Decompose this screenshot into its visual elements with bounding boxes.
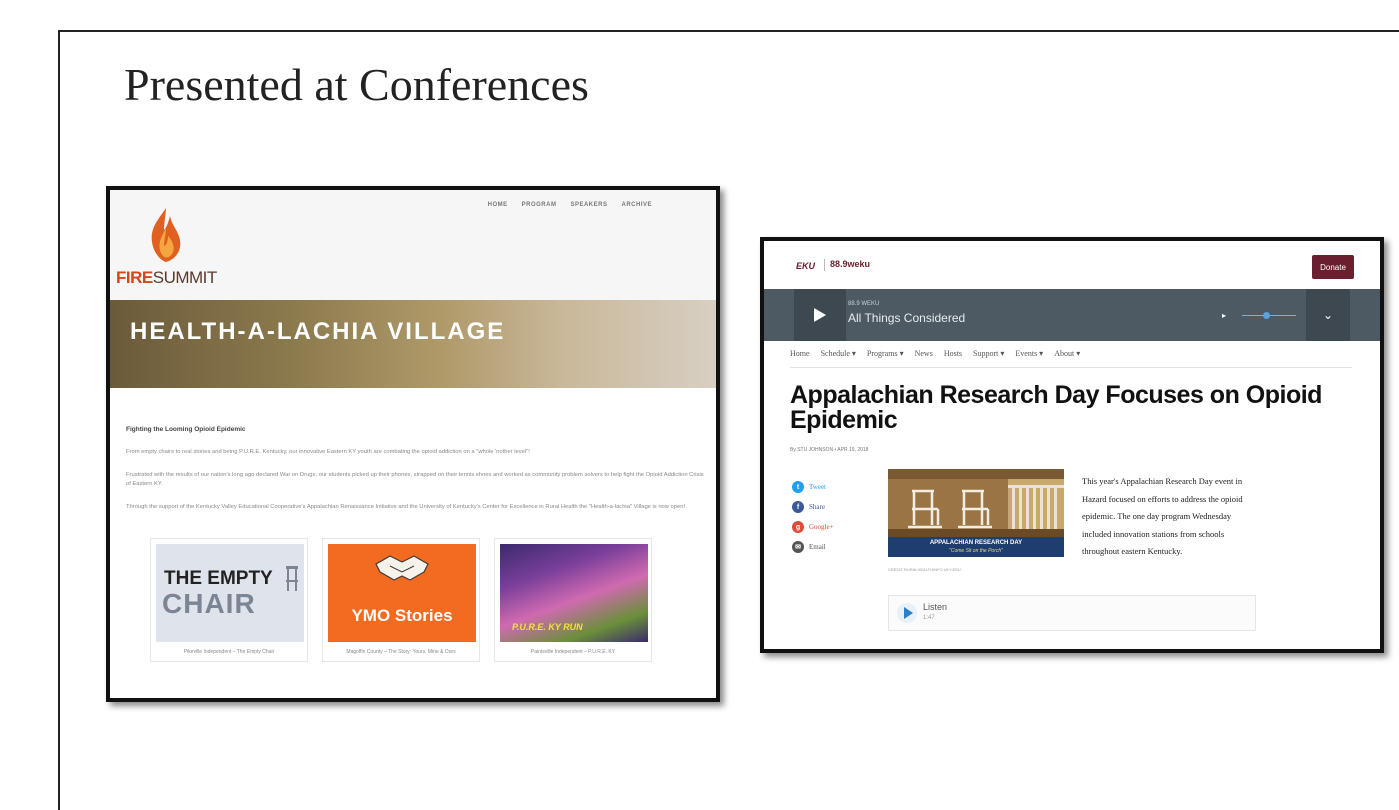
card-pure-ky[interactable]: P.U.R.E. KY RUN Paintsville Independent … bbox=[494, 538, 652, 662]
email-icon: ✉ bbox=[792, 541, 804, 553]
player-station: 88.9 WEKU bbox=[848, 301, 880, 307]
empty-chair-text-2: CHAIR bbox=[162, 588, 256, 619]
play-button[interactable] bbox=[794, 289, 846, 341]
player-program: All Things Considered bbox=[848, 311, 966, 325]
listen-play-button[interactable] bbox=[897, 603, 917, 623]
share-facebook-button[interactable]: f Share bbox=[792, 497, 834, 517]
empty-chair-image: THE EMPTY CHAIR bbox=[156, 544, 304, 642]
nav-speakers[interactable]: SPEAKERS bbox=[570, 202, 607, 208]
fire-summit-header: FIRESUMMIT HOME PROGRAM SPEAKERS ARCHIVE bbox=[110, 190, 716, 300]
paragraph: Through the support of the Kentucky Vall… bbox=[126, 504, 686, 510]
share-label: Google+ bbox=[809, 523, 834, 531]
nav-home[interactable]: Home bbox=[790, 349, 810, 358]
audio-player: 88.9 WEKU All Things Considered ▸ ⌄ bbox=[764, 289, 1380, 341]
fire-summit-banner: HEALTH-A-LACHIA VILLAGE bbox=[110, 300, 716, 388]
card-caption: Paintsville Independent – P.U.R.E. KY bbox=[530, 649, 616, 655]
photo-banner: APPALACHIAN RESEARCH DAY "Come Sit on th… bbox=[888, 537, 1064, 557]
card-ymo-stories[interactable]: YMO Stories Magoffin County – The Story:… bbox=[322, 538, 480, 662]
card-caption: Magoffin County – The Story: Yours, Mine… bbox=[346, 649, 456, 655]
facebook-icon: f bbox=[792, 501, 804, 513]
article-headline: Appalachian Research Day Focuses on Opio… bbox=[790, 381, 1322, 434]
share-label: Share bbox=[809, 503, 825, 511]
banner-title: HEALTH-A-LACHIA VILLAGE bbox=[130, 318, 506, 345]
fire-summit-wordmark: FIRESUMMIT bbox=[116, 268, 217, 287]
flame-icon bbox=[151, 208, 181, 262]
logo-divider bbox=[824, 259, 825, 271]
weku-nav: Home Schedule ▾ Programs ▾ News Hosts Su… bbox=[790, 349, 1080, 358]
nav-schedule[interactable]: Schedule ▾ bbox=[821, 349, 856, 358]
share-buttons: t Tweet f Share g Google+ ✉ Email bbox=[792, 477, 834, 557]
google-plus-icon: g bbox=[792, 521, 804, 533]
donate-button[interactable]: Donate bbox=[1312, 255, 1354, 279]
photo-credit: CREDIT RURALHEALTHINFO.UKY.EDU bbox=[888, 567, 961, 572]
volume-icon[interactable]: ▸ bbox=[1222, 311, 1226, 320]
share-tweet-button[interactable]: t Tweet bbox=[792, 477, 834, 497]
eku-logo[interactable]: EKU bbox=[796, 261, 815, 271]
fire-summit-nav: HOME PROGRAM SPEAKERS ARCHIVE bbox=[488, 202, 652, 208]
share-label: Tweet bbox=[809, 483, 827, 491]
weku-screenshot: EKU 88.9weku Donate 88.9 WEKU All Things… bbox=[760, 237, 1384, 653]
photo-banner-subtitle: "Come Sit on the Porch" bbox=[949, 548, 1003, 554]
nav-events[interactable]: Events ▾ bbox=[1015, 349, 1043, 358]
section-heading: Fighting the Looming Opioid Epidemic bbox=[126, 426, 246, 433]
nav-hosts[interactable]: Hosts bbox=[944, 349, 962, 358]
nav-news[interactable]: News bbox=[915, 349, 933, 358]
share-google-plus-button[interactable]: g Google+ bbox=[792, 517, 834, 537]
pure-ky-run-text: P.U.R.E. KY RUN bbox=[512, 622, 583, 632]
slide-border-top bbox=[58, 30, 1399, 32]
nav-archive[interactable]: ARCHIVE bbox=[621, 202, 652, 208]
fire-summit-cards: THE EMPTY CHAIR Pikeville Independent – … bbox=[150, 538, 652, 662]
play-icon bbox=[814, 308, 826, 322]
article-photo[interactable]: APPALACHIAN RESEARCH DAY "Come Sit on th… bbox=[888, 469, 1064, 557]
nav-programs[interactable]: Programs ▾ bbox=[867, 349, 904, 358]
nav-home[interactable]: HOME bbox=[488, 202, 508, 208]
ymo-stories-image: YMO Stories bbox=[328, 544, 476, 642]
pure-ky-image: P.U.R.E. KY RUN bbox=[500, 544, 648, 642]
volume-slider-handle[interactable] bbox=[1263, 312, 1270, 319]
article-byline: By STU JOHNSON • APR 19, 2018 bbox=[790, 447, 869, 453]
listen-label: Listen bbox=[923, 602, 948, 612]
chevron-down-icon: ⌄ bbox=[1322, 308, 1334, 322]
slide: Presented at Conferences FIRESUMMIT HOME… bbox=[0, 0, 1399, 810]
share-email-button[interactable]: ✉ Email bbox=[792, 537, 834, 557]
nav-divider bbox=[790, 367, 1352, 368]
handshake-icon bbox=[375, 555, 429, 581]
twitter-icon: t bbox=[792, 481, 804, 493]
slide-border-left bbox=[58, 30, 60, 810]
weku-logo[interactable]: 88.9weku bbox=[830, 259, 870, 269]
fire-summit-screenshot: FIRESUMMIT HOME PROGRAM SPEAKERS ARCHIVE… bbox=[106, 186, 720, 702]
nav-about[interactable]: About ▾ bbox=[1054, 349, 1080, 358]
listen-duration: 1:47 bbox=[923, 615, 935, 621]
nav-support[interactable]: Support ▾ bbox=[973, 349, 1004, 358]
slide-title: Presented at Conferences bbox=[124, 59, 589, 110]
weku-header: EKU 88.9weku Donate bbox=[764, 241, 1380, 289]
card-empty-chair[interactable]: THE EMPTY CHAIR Pikeville Independent – … bbox=[150, 538, 308, 662]
paragraph: Frustrated with the results of our natio… bbox=[126, 472, 704, 487]
play-icon bbox=[903, 607, 913, 619]
fire-summit-body: Fighting the Looming Opioid Epidemic Fro… bbox=[126, 426, 706, 526]
fire-summit-logo[interactable]: FIRESUMMIT bbox=[114, 202, 224, 292]
photo-banner-title: APPALACHIAN RESEARCH DAY bbox=[929, 540, 1023, 546]
ymo-stories-text: YMO Stories bbox=[351, 606, 453, 625]
share-label: Email bbox=[809, 543, 826, 551]
porch-rocking-chairs-image bbox=[888, 469, 1064, 537]
empty-chair-text-1: THE EMPTY bbox=[164, 568, 273, 589]
nav-program[interactable]: PROGRAM bbox=[522, 202, 557, 208]
article-body: This year's Appalachian Research Day eve… bbox=[1082, 476, 1243, 556]
listen-player[interactable]: Listen 1:47 bbox=[888, 595, 1256, 631]
card-caption: Pikeville Independent – The Empty Chair bbox=[183, 649, 275, 655]
chair-icon bbox=[286, 566, 298, 591]
paragraph: From empty chairs to real stories and be… bbox=[126, 449, 530, 455]
expand-player-button[interactable]: ⌄ bbox=[1306, 289, 1350, 341]
